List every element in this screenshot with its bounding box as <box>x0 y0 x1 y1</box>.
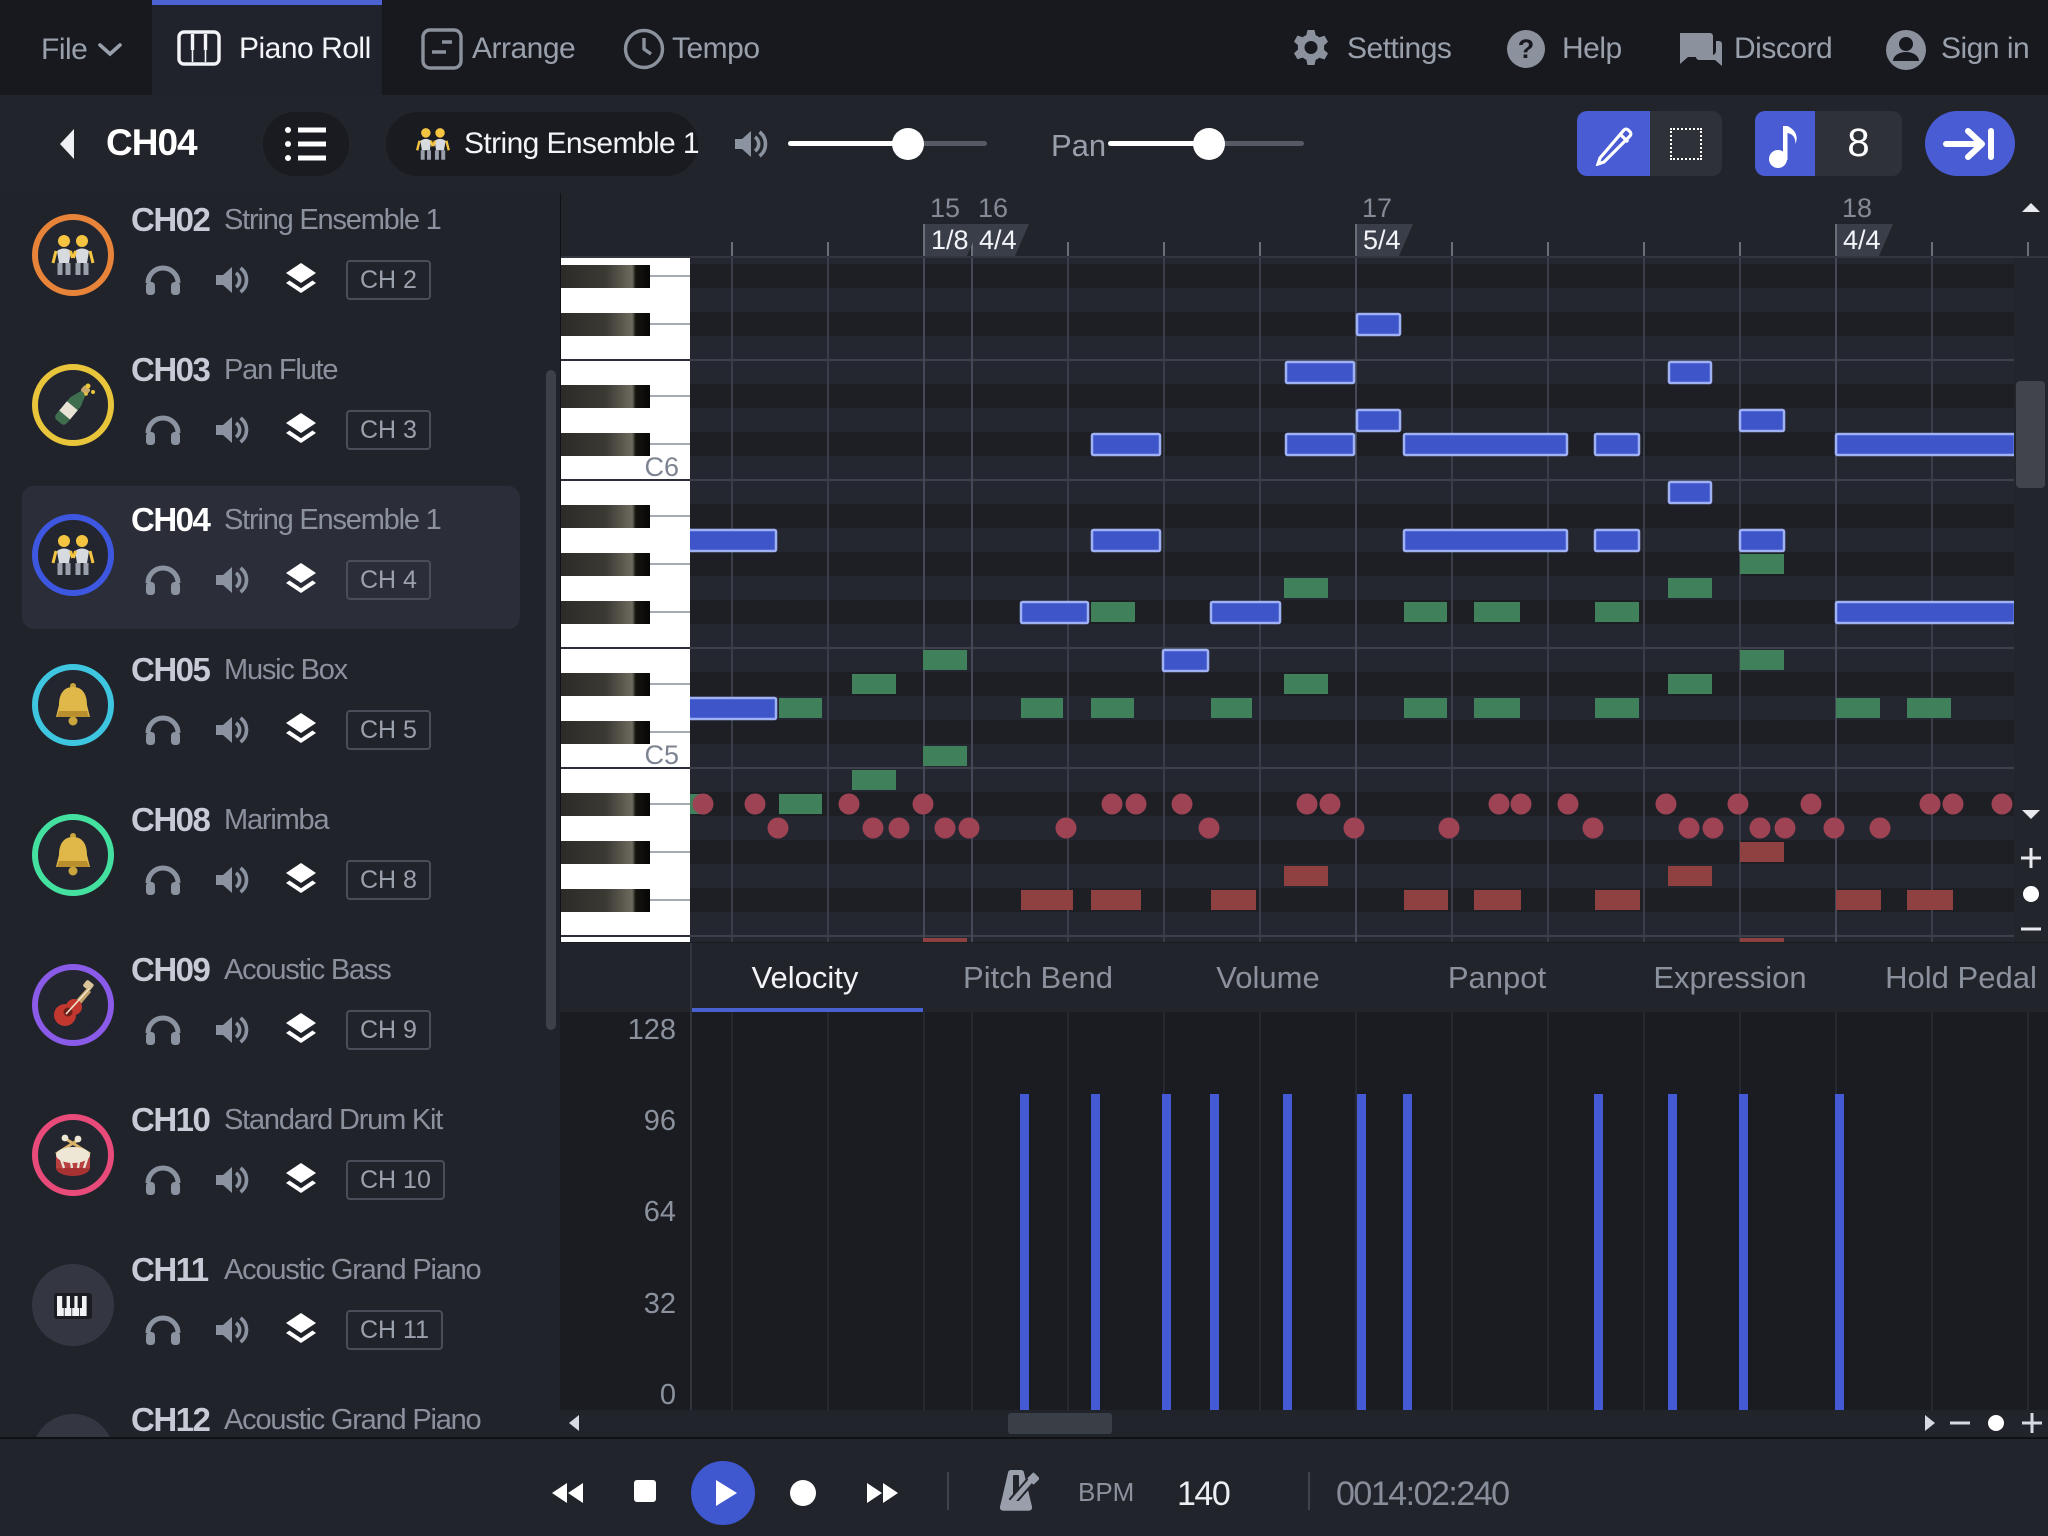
svg-text:64: 64 <box>644 1196 676 1228</box>
svg-text:0: 0 <box>660 1379 676 1411</box>
svg-text:C6: C6 <box>644 452 679 482</box>
svg-text:32: 32 <box>644 1288 676 1320</box>
svg-text:1/8: 1/8 <box>931 225 969 255</box>
svg-text:4/4: 4/4 <box>979 225 1017 255</box>
svg-text:5/4: 5/4 <box>1363 225 1401 255</box>
svg-text:128: 128 <box>628 1014 676 1046</box>
svg-text:17: 17 <box>1362 193 1392 223</box>
svg-text:96: 96 <box>644 1105 676 1137</box>
svg-text:18: 18 <box>1842 193 1872 223</box>
svg-text:15: 15 <box>930 193 960 223</box>
svg-text:16: 16 <box>978 193 1008 223</box>
svg-text:?: ? <box>1518 34 1535 64</box>
svg-text:C5: C5 <box>644 740 679 770</box>
svg-text:4/4: 4/4 <box>1843 225 1881 255</box>
